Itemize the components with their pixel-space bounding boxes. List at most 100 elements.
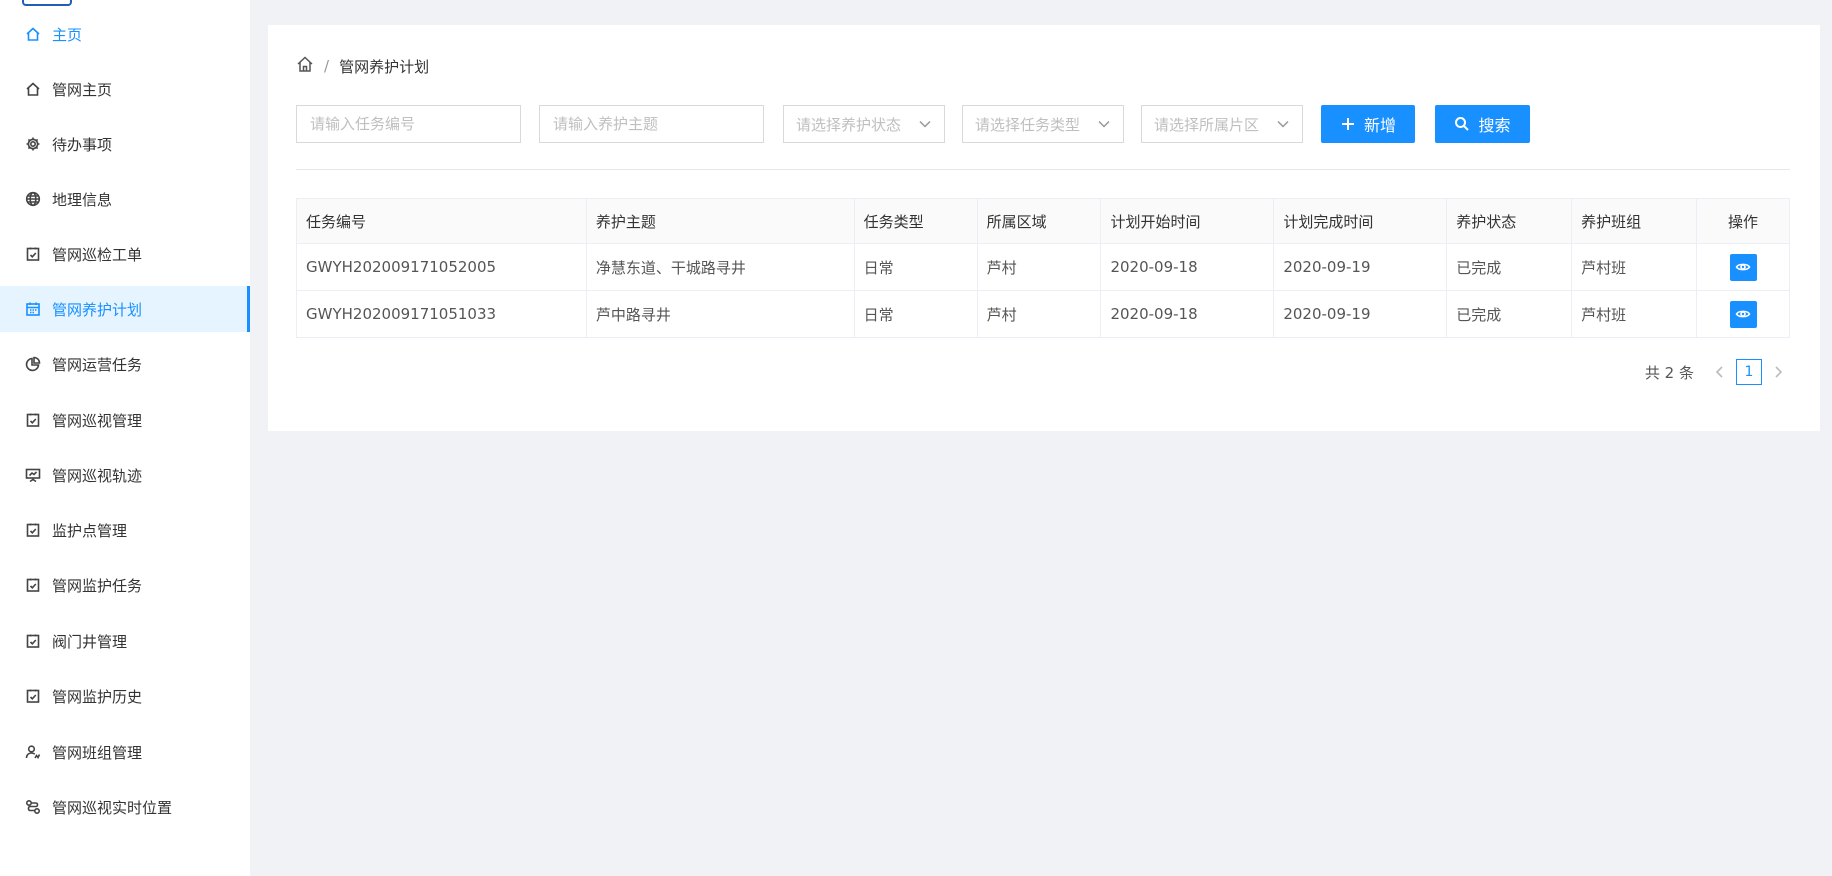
sidebar-item-label: 监护点管理 <box>52 521 128 540</box>
checklist-icon <box>24 521 42 539</box>
sidebar-item-monitor-task[interactable]: 管网监护任务 <box>0 562 250 608</box>
content-card: / 管网养护计划 请选择养护状态 请选择任务类型 请选择所属片区 新增 搜索 <box>268 25 1820 431</box>
page-number-button[interactable]: 1 <box>1736 359 1762 385</box>
view-button[interactable] <box>1729 253 1757 281</box>
chevron-right-icon <box>1775 366 1783 378</box>
cell-end-time: 2020-09-19 <box>1273 290 1448 338</box>
home-icon[interactable] <box>296 55 314 77</box>
search-button[interactable]: 搜索 <box>1435 105 1530 143</box>
chevron-left-icon <box>1715 366 1723 378</box>
calendar-icon <box>24 300 42 318</box>
column-header: 所属区域 <box>976 198 1102 244</box>
breadcrumb: / 管网养护计划 <box>296 55 429 77</box>
area-select[interactable]: 请选择所属片区 <box>1141 105 1303 143</box>
sidebar-item-valve-well[interactable]: 阀门井管理 <box>0 618 250 664</box>
sidebar-item-todo[interactable]: 待办事项 <box>0 121 250 167</box>
plus-icon <box>1341 118 1354 130</box>
sidebar-item-label: 管网巡检工单 <box>52 245 143 264</box>
pagination: 共 2 条 1 <box>1645 359 1790 385</box>
sidebar-item-inspection-order[interactable]: 管网巡检工单 <box>0 231 250 277</box>
sidebar-item-network-home[interactable]: 管网主页 <box>0 66 250 112</box>
sidebar-item-patrol-track[interactable]: 管网巡视轨迹 <box>0 452 250 498</box>
sidebar-item-label: 管网班组管理 <box>52 743 143 762</box>
task-type-select[interactable]: 请选择任务类型 <box>962 105 1124 143</box>
sidebar-item-label: 管网监护历史 <box>52 687 143 706</box>
gear-icon <box>24 135 42 153</box>
sidebar-item-label: 管网运营任务 <box>52 355 143 374</box>
breadcrumb-separator: / <box>324 57 330 75</box>
sidebar-item-monitor-history[interactable]: 管网监护历史 <box>0 673 250 719</box>
globe-icon <box>24 190 42 208</box>
sidebar-item-maintenance-plan[interactable]: 管网养护计划 <box>0 286 250 332</box>
sidebar: 主页 管网主页 待办事项 地理信息 管网巡检工单 管网养护计划 管网运营任务 管… <box>0 0 250 876</box>
cell-actions <box>1696 243 1790 291</box>
cell-end-time: 2020-09-19 <box>1273 243 1448 291</box>
area-select-placeholder: 请选择所属片区 <box>1154 115 1260 134</box>
eye-icon <box>1735 263 1751 271</box>
divider <box>296 169 1790 170</box>
checklist-icon <box>24 245 42 263</box>
sidebar-item-team-manage[interactable]: 管网班组管理 <box>0 729 250 775</box>
sidebar-item-realtime-position[interactable]: 管网巡视实时位置 <box>0 784 250 830</box>
chevron-down-icon <box>1098 120 1110 128</box>
sidebar-item-operation-task[interactable]: 管网运营任务 <box>0 341 250 387</box>
column-header: 计划开始时间 <box>1100 198 1275 244</box>
sidebar-item-label: 管网养护计划 <box>52 300 143 319</box>
status-select[interactable]: 请选择养护状态 <box>783 105 945 143</box>
task-no-input[interactable] <box>296 105 521 143</box>
column-header: 养护主题 <box>585 198 855 244</box>
view-button[interactable] <box>1729 300 1757 328</box>
sidebar-item-label: 主页 <box>52 25 83 44</box>
pie-chart-icon <box>24 355 42 373</box>
subject-input[interactable] <box>539 105 764 143</box>
column-header: 养护状态 <box>1446 198 1573 244</box>
column-header: 任务编号 <box>296 198 587 244</box>
column-header: 任务类型 <box>853 198 978 244</box>
sidebar-item-geo-info[interactable]: 地理信息 <box>0 176 250 222</box>
sidebar-item-patrol-manage[interactable]: 管网巡视管理 <box>0 397 250 443</box>
sidebar-item-label: 管网巡视轨迹 <box>52 466 143 485</box>
cell-team: 芦村班 <box>1571 290 1698 338</box>
cell-area: 芦村 <box>976 290 1102 338</box>
eye-icon <box>1735 310 1751 318</box>
table-row: GWYH202009171051033 芦中路寻井 日常 芦村 2020-09-… <box>296 290 1790 338</box>
column-header: 计划完成时间 <box>1273 198 1448 244</box>
sidebar-item-label: 管网主页 <box>52 80 113 99</box>
cell-task-type: 日常 <box>853 243 978 291</box>
cell-start-time: 2020-09-18 <box>1100 243 1275 291</box>
maintenance-plan-table: 任务编号 养护主题 任务类型 所属区域 计划开始时间 计划完成时间 养护状态 养… <box>296 198 1790 338</box>
sidebar-item-label: 待办事项 <box>52 135 113 154</box>
column-header: 操作 <box>1696 198 1790 244</box>
cell-status: 已完成 <box>1446 243 1573 291</box>
sidebar-item-label: 阀门井管理 <box>52 632 128 651</box>
chevron-down-icon <box>1277 120 1289 128</box>
search-icon <box>1455 117 1470 131</box>
search-button-label: 搜索 <box>1478 116 1511 135</box>
table-header-row: 任务编号 养护主题 任务类型 所属区域 计划开始时间 计划完成时间 养护状态 养… <box>296 198 1790 244</box>
task-type-select-placeholder: 请选择任务类型 <box>975 115 1081 134</box>
logo-edge <box>22 0 72 6</box>
cell-area: 芦村 <box>976 243 1102 291</box>
cell-subject: 净慧东道、干城路寻井 <box>585 243 855 291</box>
breadcrumb-current: 管网养护计划 <box>339 57 430 76</box>
cell-start-time: 2020-09-18 <box>1100 290 1275 338</box>
add-button[interactable]: 新增 <box>1321 105 1415 143</box>
route-icon <box>24 798 42 816</box>
checklist-icon <box>24 576 42 594</box>
sidebar-item-label: 地理信息 <box>52 190 113 209</box>
next-page-button[interactable] <box>1766 365 1790 379</box>
column-header: 养护班组 <box>1571 198 1698 244</box>
sidebar-item-label: 管网巡视实时位置 <box>52 798 173 817</box>
sidebar-item-label: 管网巡视管理 <box>52 411 143 430</box>
home-icon <box>24 25 42 43</box>
chevron-down-icon <box>919 120 931 128</box>
checklist-icon <box>24 687 42 705</box>
sidebar-item-home[interactable]: 主页 <box>0 11 250 57</box>
cell-actions <box>1696 290 1790 338</box>
cell-subject: 芦中路寻井 <box>585 290 855 338</box>
home-icon <box>24 80 42 98</box>
sidebar-item-monitor-point[interactable]: 监护点管理 <box>0 507 250 553</box>
checklist-icon <box>24 411 42 429</box>
prev-page-button[interactable] <box>1708 365 1732 379</box>
cell-task-type: 日常 <box>853 290 978 338</box>
